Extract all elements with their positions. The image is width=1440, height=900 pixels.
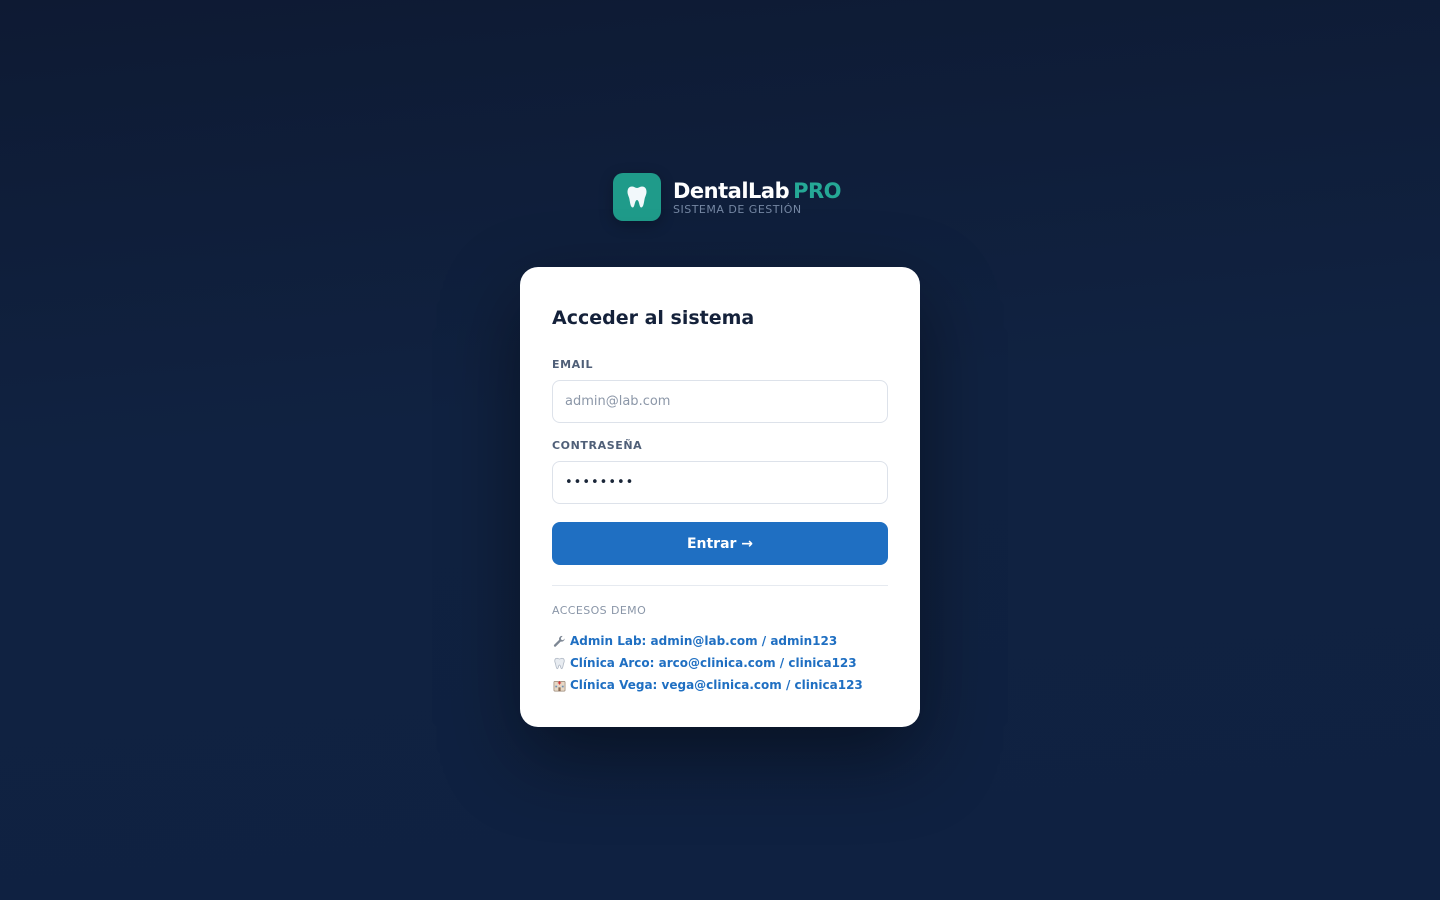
login-card: Acceder al sistema EMAIL CONTRASEÑA Entr…	[520, 267, 920, 727]
demo-access-clinica-vega[interactable]: Clínica Vega: vega@clinica.com / clinica…	[552, 674, 888, 696]
login-submit-button[interactable]: Entrar →	[552, 522, 888, 565]
brand-name-pro: PRO	[793, 178, 842, 203]
tooth-icon	[552, 656, 566, 670]
brand-tagline: SISTEMA DE GESTIÓN	[673, 202, 802, 216]
tooth-icon	[627, 186, 647, 208]
demo-access-clinica-arco[interactable]: Clínica Arco: arco@clinica.com / clinica…	[552, 652, 888, 674]
brand-name-main: DentalLab	[673, 178, 790, 203]
demo-access-label: Admin Lab: admin@lab.com / admin123	[570, 634, 838, 648]
brand-name: DentalLab PRO	[673, 178, 842, 204]
demo-access-admin-lab[interactable]: Admin Lab: admin@lab.com / admin123	[552, 630, 888, 652]
brand-logo	[613, 173, 661, 221]
divider	[552, 585, 888, 586]
wrench-icon	[552, 634, 566, 648]
demo-access-list: Admin Lab: admin@lab.com / admin123 Clín…	[552, 630, 888, 696]
password-label: CONTRASEÑA	[552, 439, 643, 452]
demo-access-title: ACCESOS DEMO	[552, 604, 647, 617]
login-title: Acceder al sistema	[552, 307, 755, 329]
email-input[interactable]	[552, 380, 888, 423]
email-label: EMAIL	[552, 358, 594, 371]
demo-access-label: Clínica Arco: arco@clinica.com / clinica…	[570, 656, 857, 670]
brand-header: DentalLab PRO SISTEMA DE GESTIÓN	[613, 173, 842, 221]
password-input[interactable]	[552, 461, 888, 504]
hospital-icon	[552, 678, 566, 692]
demo-access-label: Clínica Vega: vega@clinica.com / clinica…	[570, 678, 863, 692]
brand-text: DentalLab PRO SISTEMA DE GESTIÓN	[673, 178, 842, 217]
